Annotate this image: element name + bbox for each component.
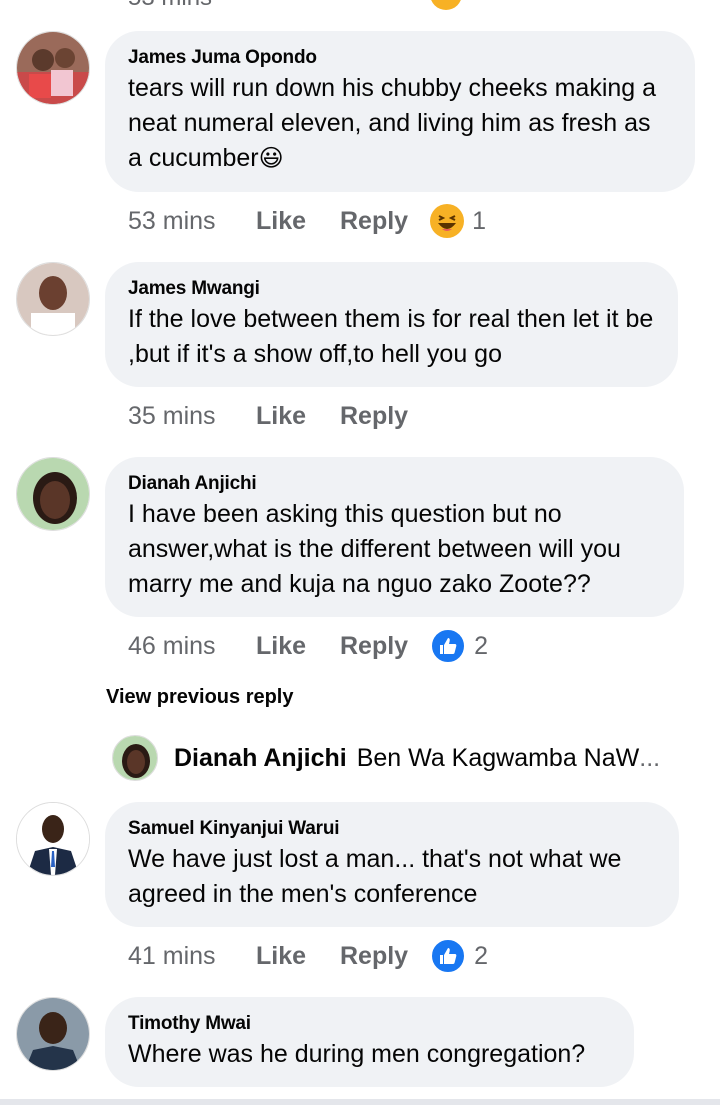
- reaction-count: 1: [472, 206, 486, 235]
- comment-bubble: James Juma Opondo tears will run down hi…: [105, 31, 695, 192]
- avatar: [112, 735, 158, 781]
- comment-text: tears will run down his chubby cheeks ma…: [128, 74, 657, 172]
- reaction-count: 2: [474, 631, 488, 660]
- view-previous-reply-link[interactable]: View previous reply: [106, 686, 294, 709]
- comment-author[interactable]: Timothy Mwai: [128, 1011, 610, 1037]
- comment-time[interactable]: 35 mins: [128, 402, 256, 431]
- comment-actions: 41 mins Like Reply 2: [128, 938, 488, 974]
- like-button[interactable]: Like: [256, 632, 340, 661]
- like-reaction-icon: [430, 628, 467, 664]
- like-button[interactable]: Like: [256, 207, 340, 236]
- like-reaction-icon: [430, 938, 467, 974]
- previous-comment-actions-clipped: 53 mins: [0, 0, 720, 11]
- like-button[interactable]: Like: [256, 402, 340, 431]
- comment-actions: 35 mins Like Reply: [128, 398, 408, 434]
- reactions-summary[interactable]: 2: [430, 628, 488, 664]
- comment-bubble: Timothy Mwai Where was he during men con…: [105, 997, 634, 1087]
- grinning-emoji-icon: 😃: [258, 145, 284, 172]
- comment-bubble: Samuel Kinyanjui Warui We have just lost…: [105, 802, 679, 927]
- avatar[interactable]: [16, 997, 90, 1071]
- comment-time[interactable]: 46 mins: [128, 632, 256, 661]
- comment-text: We have just lost a man... that's not wh…: [128, 845, 622, 908]
- reply-ellipsis: ...: [639, 743, 661, 772]
- comment-text: Where was he during men congregation?: [128, 1040, 586, 1068]
- reaction-count: 2: [474, 941, 488, 970]
- comment-author[interactable]: James Juma Opondo: [128, 45, 671, 71]
- comment-text: If the love between them is for real the…: [128, 305, 654, 368]
- comment-author[interactable]: Dianah Anjichi: [128, 471, 660, 497]
- comment-actions: 53 mins Like Reply 1: [128, 203, 486, 239]
- comment-time[interactable]: 53 mins: [128, 207, 256, 236]
- comment-bubble: James Mwangi If the love between them is…: [105, 262, 678, 387]
- comment-bubble: Dianah Anjichi I have been asking this q…: [105, 457, 684, 617]
- comment-time[interactable]: 41 mins: [128, 942, 256, 971]
- comment-author[interactable]: James Mwangi: [128, 276, 654, 302]
- haha-reaction-icon: [430, 204, 465, 238]
- reply-button[interactable]: Reply: [340, 402, 408, 431]
- like-button[interactable]: Like: [256, 942, 340, 971]
- reply-preview[interactable]: Dianah Anjichi Ben Wa Kagwamba NaW...: [112, 735, 660, 781]
- reply-button[interactable]: Reply: [340, 207, 408, 236]
- reply-author: Dianah Anjichi: [174, 743, 347, 772]
- reply-text: Ben Wa Kagwamba NaW: [356, 743, 640, 772]
- reply-button[interactable]: Reply: [340, 632, 408, 661]
- avatar[interactable]: [16, 31, 90, 105]
- comment-text: I have been asking this question but no …: [128, 500, 621, 598]
- comment-author[interactable]: Samuel Kinyanjui Warui: [128, 816, 655, 842]
- avatar[interactable]: [16, 802, 90, 876]
- avatar[interactable]: [16, 262, 90, 336]
- reactions-summary[interactable]: 1: [430, 204, 486, 238]
- divider: [0, 1099, 720, 1105]
- avatar[interactable]: [16, 457, 90, 531]
- reactions-summary[interactable]: 2: [430, 938, 488, 974]
- reply-button[interactable]: Reply: [340, 942, 408, 971]
- comment-actions: 46 mins Like Reply 2: [128, 628, 488, 664]
- previous-comment-time: 53 mins: [128, 0, 212, 12]
- haha-reaction-icon: [430, 0, 462, 10]
